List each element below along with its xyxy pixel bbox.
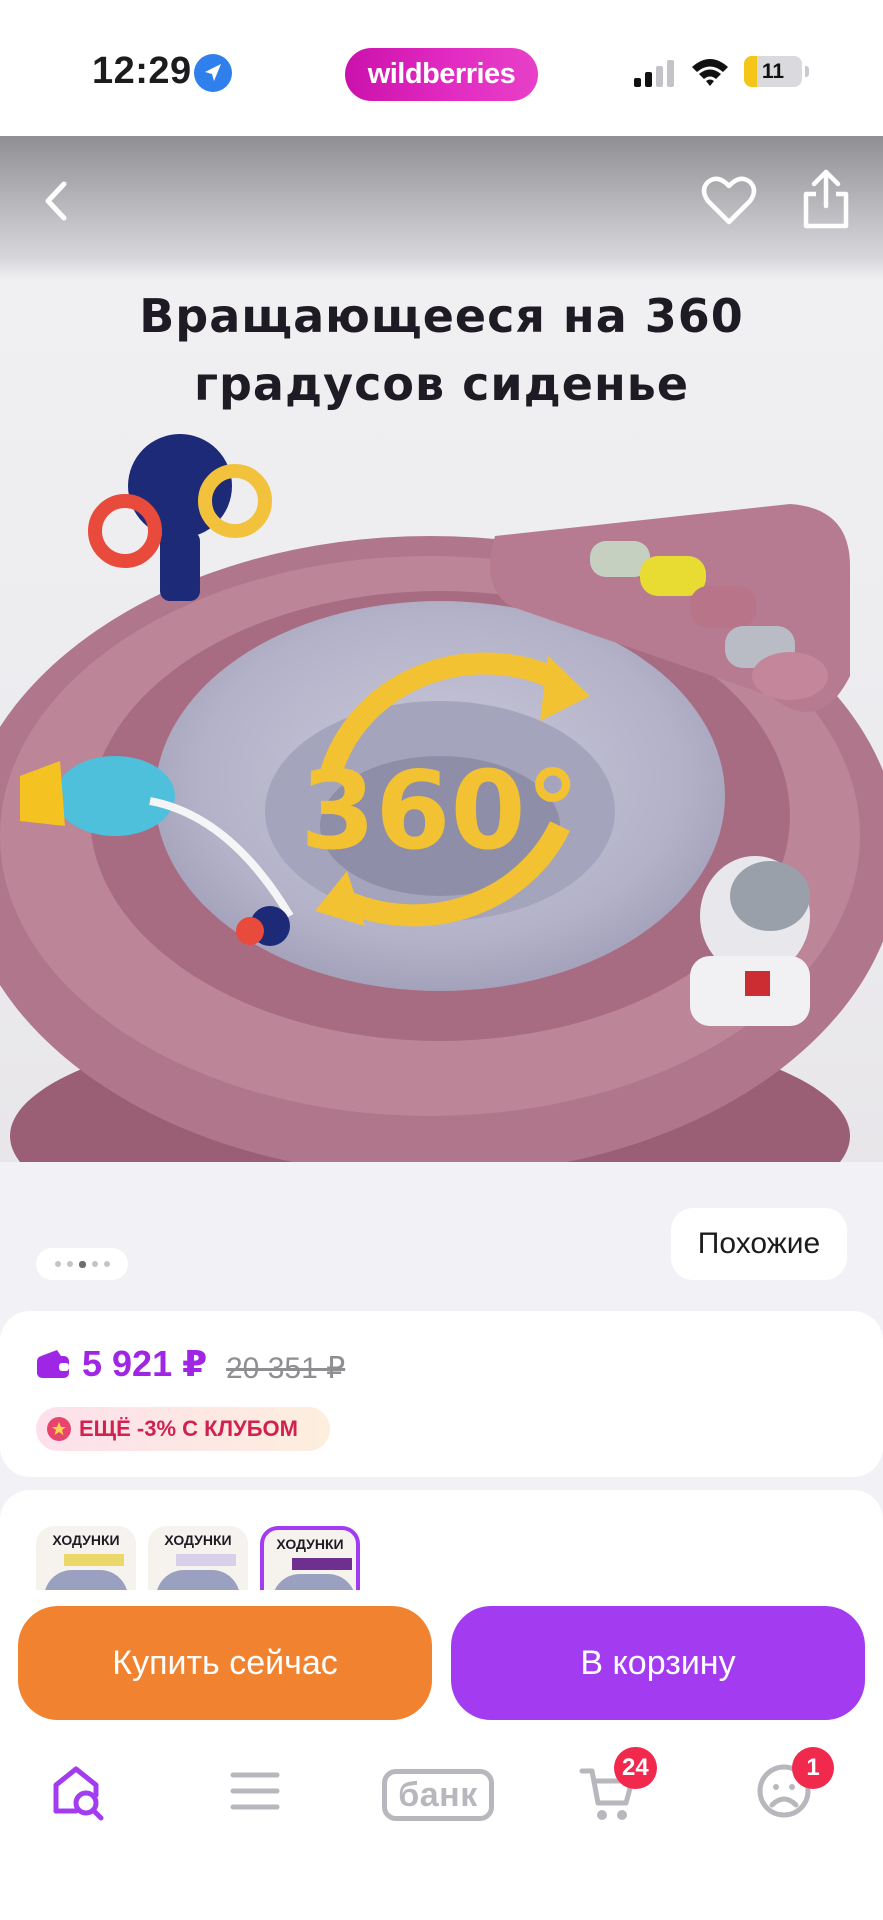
brand-logo: wildberries (345, 48, 538, 101)
pagination-dot (103, 1261, 110, 1267)
photo-caption: Вращающееся на 360 градусов сиденье (0, 282, 883, 418)
tab-home[interactable] (48, 1761, 128, 1835)
variant-band (292, 1558, 352, 1570)
club-discount-badge[interactable]: ЕЩЁ -3% С КЛУБОМ (36, 1407, 330, 1451)
variant-title: ХОДУНКИ (276, 1536, 344, 1552)
product-photo[interactable]: 360° Вращающееся на 360 градусов сиденье (0, 136, 883, 1162)
bottom-action-bar: Купить сейчас В корзину банк 24 1 (0, 1590, 883, 1920)
cellular-signal-icon (634, 60, 674, 87)
club-discount-text: ЕЩЁ -3% С КЛУБОМ (79, 1416, 298, 1441)
location-arrow-icon (194, 54, 232, 92)
battery-level: 11 (761, 60, 785, 83)
pagination-dot (66, 1261, 73, 1267)
pagination-dot (91, 1261, 98, 1267)
variant-title: ХОДУНКИ (164, 1532, 232, 1548)
variant-band (176, 1554, 236, 1566)
status-bar: 12:29 wildberries 11 (0, 0, 883, 136)
bank-label: банк (382, 1769, 494, 1821)
buy-now-button[interactable]: Купить сейчас (18, 1606, 432, 1720)
back-button[interactable] (30, 174, 84, 228)
tab-profile[interactable]: 1 (754, 1747, 834, 1835)
pagination-dot (54, 1261, 61, 1267)
tab-bank[interactable]: банк (382, 1761, 498, 1835)
photo-caption-line1: Вращающееся на 360 (139, 289, 744, 343)
search-home-icon (53, 1766, 104, 1821)
price-current: 5 921 ₽ (82, 1343, 208, 1384)
pagination-dot-active (78, 1260, 86, 1268)
profile-badge: 1 (792, 1747, 834, 1789)
price-old: 20 351 ₽ (226, 1352, 346, 1385)
club-star-icon (47, 1417, 71, 1441)
product-gallery[interactable]: 360° Вращающееся на 360 градусов сиденье… (0, 136, 883, 1311)
menu-icon (230, 1772, 280, 1810)
tab-catalog[interactable] (225, 1761, 305, 1835)
similar-button[interactable]: Похожие (671, 1208, 847, 1280)
cart-badge: 24 (614, 1747, 657, 1789)
battery-icon: 11 (744, 56, 802, 87)
wifi-icon (692, 59, 728, 86)
status-time: 12:29 (92, 50, 192, 92)
photo-360-badge: 360° (300, 749, 579, 874)
variant-title: ХОДУНКИ (52, 1532, 120, 1548)
add-to-cart-button[interactable]: В корзину (451, 1606, 865, 1720)
variant-band (64, 1554, 124, 1566)
tab-cart[interactable]: 24 (578, 1747, 658, 1835)
favorite-heart-icon[interactable] (700, 172, 758, 230)
gallery-pagination[interactable] (36, 1248, 128, 1280)
photo-caption-line2: градусов сиденье (193, 357, 690, 411)
wallet-icon (37, 1350, 69, 1378)
share-icon[interactable] (798, 168, 854, 230)
price-card: 5 921 ₽ 20 351 ₽ ЕЩЁ -3% С КЛУБОМ (0, 1311, 883, 1477)
battery-cap (805, 66, 809, 77)
